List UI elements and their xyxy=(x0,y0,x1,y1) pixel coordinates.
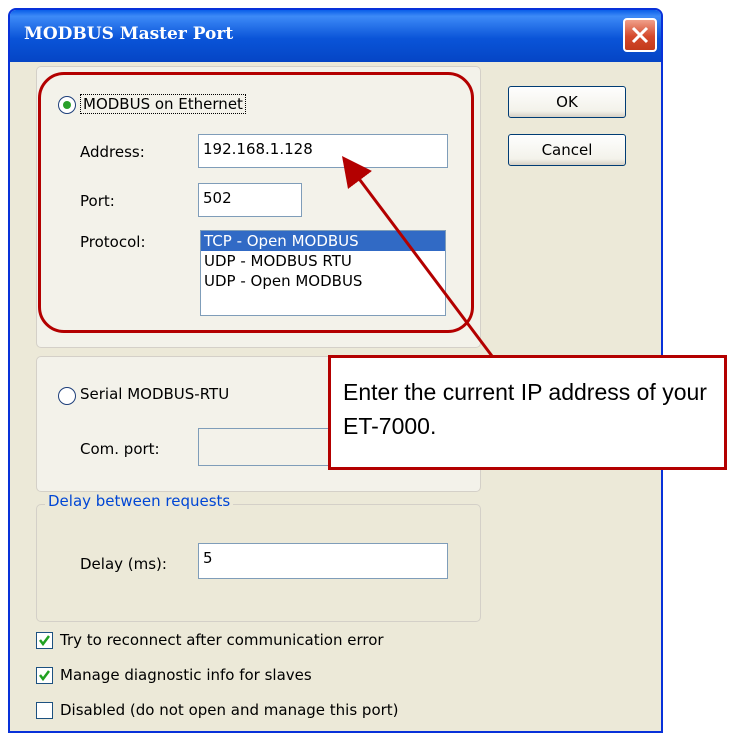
window-title: MODBUS Master Port xyxy=(24,24,234,44)
ok-button[interactable]: OK xyxy=(508,86,626,118)
serial-radio[interactable] xyxy=(58,387,76,405)
title-bar: MODBUS Master Port xyxy=(10,10,661,62)
disabled-checkbox[interactable] xyxy=(36,702,53,719)
delay-input[interactable]: 5 xyxy=(198,543,448,579)
delay-group-label: Delay between requests xyxy=(45,492,234,510)
reconnect-label: Try to reconnect after communication err… xyxy=(60,631,384,649)
cancel-button[interactable]: Cancel xyxy=(508,134,626,166)
annotation-callout: Enter the current IP address of your ET-… xyxy=(328,355,727,470)
disabled-label: Disabled (do not open and manage this po… xyxy=(60,701,399,719)
com-port-select[interactable] xyxy=(198,428,348,466)
serial-radio-label: Serial MODBUS-RTU xyxy=(80,385,230,403)
delay-label: Delay (ms): xyxy=(80,555,167,573)
diagnostic-label: Manage diagnostic info for slaves xyxy=(60,666,312,684)
reconnect-checkbox[interactable] xyxy=(36,632,53,649)
checkmark-icon xyxy=(39,670,50,682)
checkmark-icon xyxy=(39,635,50,647)
close-button[interactable] xyxy=(623,18,657,52)
com-port-label: Com. port: xyxy=(80,440,160,458)
diagnostic-checkbox[interactable] xyxy=(36,667,53,684)
ethernet-highlight-box xyxy=(38,72,474,333)
close-icon xyxy=(631,26,649,44)
